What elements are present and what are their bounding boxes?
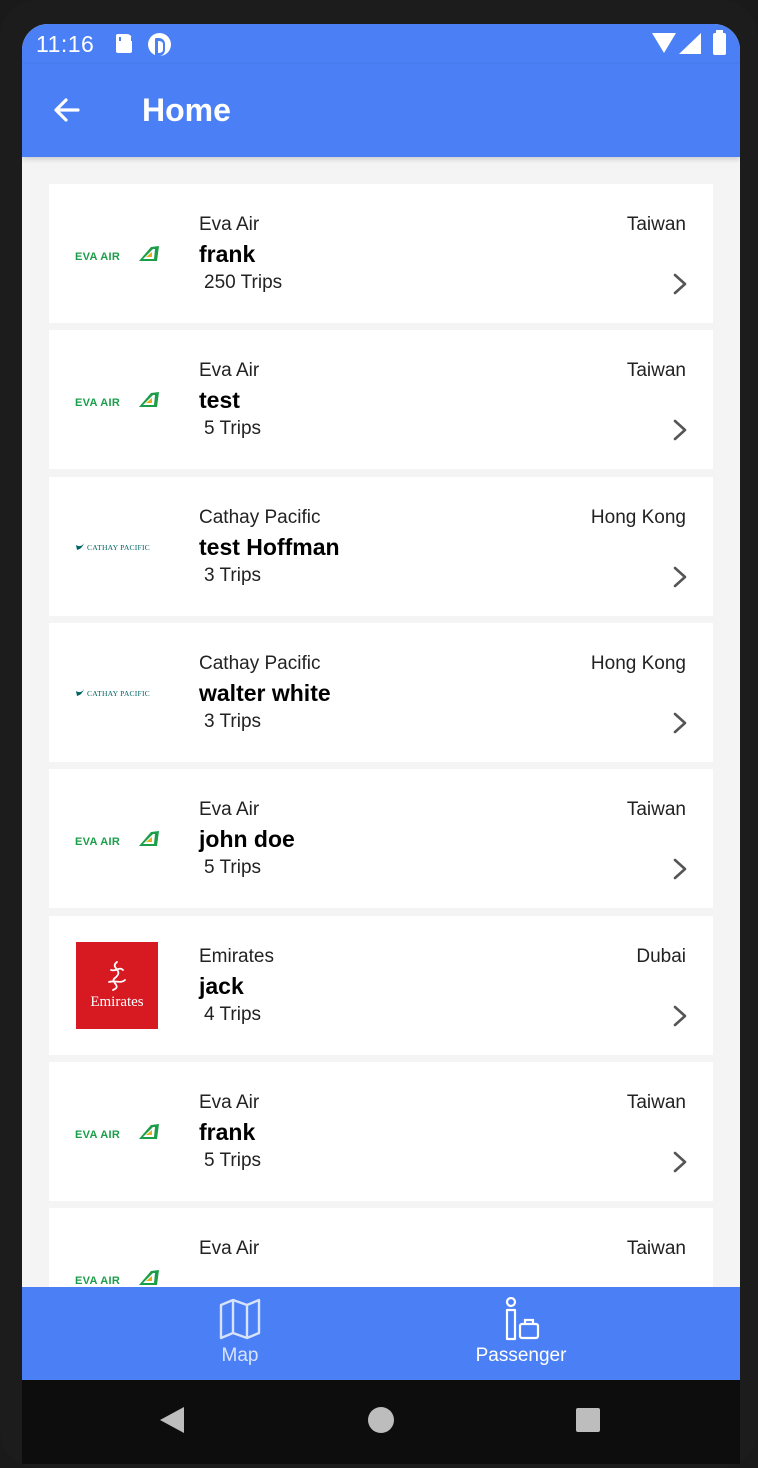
country-label: Taiwan (626, 214, 686, 235)
airline-name: Eva Air (199, 1091, 260, 1113)
cathay-pacific-logo: CATHAY PACIFIC (76, 542, 150, 552)
passenger-card[interactable]: Emirates Emirates jack 4 Trips Dubai (49, 915, 713, 1055)
airline-logo: EVA AIR (75, 1240, 159, 1287)
chevron-right-icon (673, 1005, 687, 1026)
airline-name: Eva Air (199, 214, 260, 235)
app-screen: 11:16 Home EVA AIR Eva Air frank 250 Trips T… (22, 24, 740, 1380)
passenger-luggage-icon (505, 1297, 540, 1341)
passenger-card[interactable]: EVA AIR Eva Air frank 5 Trips Taiwan (49, 1061, 713, 1201)
sd-card-icon (116, 34, 133, 53)
passenger-name: frank (199, 1118, 256, 1145)
nav-label-map: Map (221, 1345, 259, 1366)
svg-text:CATHAY PACIFIC: CATHAY PACIFIC (87, 543, 150, 552)
trip-count: 4 Trips (204, 1003, 262, 1025)
country-label: Taiwan (626, 1238, 686, 1260)
svg-text:EVA AIR: EVA AIR (75, 836, 120, 848)
country-label: Hong Kong (590, 652, 686, 674)
trip-count: 5 Trips (204, 418, 262, 440)
chevron-right-icon (673, 273, 687, 295)
nav-item-passenger[interactable]: Passenger (431, 1297, 611, 1372)
trip-count: 3 Trips (204, 710, 262, 732)
svg-text:EVA AIR: EVA AIR (75, 397, 120, 409)
passenger-card[interactable]: EVA AIR Eva Air Taiwan (49, 1208, 713, 1287)
chevron-right-icon (673, 712, 687, 734)
country-label: Dubai (636, 945, 686, 967)
trip-count: 250 Trips (204, 272, 283, 293)
chevron-right-icon (673, 858, 687, 880)
airline-name: Eva Air (199, 799, 260, 821)
airline-logo: CATHAY PACIFIC (75, 509, 159, 585)
airline-logo: EVA AIR (75, 362, 159, 438)
passenger-name: frank (199, 241, 256, 267)
eva-air-logo: EVA AIR (75, 1123, 159, 1141)
airline-name: Eva Air (199, 360, 260, 382)
airline-logo: Emirates (75, 942, 159, 1029)
app-notification-icon (148, 33, 171, 56)
eva-air-logo: EVA AIR (75, 1270, 159, 1287)
svg-text:EVA AIR: EVA AIR (75, 251, 120, 263)
emirates-logo: Emirates (76, 942, 158, 1029)
wifi-icon (652, 33, 676, 53)
nav-label-passenger: Passenger (475, 1345, 567, 1366)
country-label: Taiwan (626, 799, 686, 821)
passenger-name: test (199, 387, 240, 414)
chevron-right-icon (673, 566, 687, 587)
device-frame: 11:16 Home EVA AIR Eva Air frank 250 Trips T… (0, 0, 758, 1468)
airline-logo: CATHAY PACIFIC (75, 655, 159, 731)
trip-count: 3 Trips (204, 564, 262, 586)
svg-text:CATHAY PACIFIC: CATHAY PACIFIC (87, 689, 150, 698)
passenger-card[interactable]: EVA AIR Eva Air john doe 5 Trips Taiwan (49, 769, 713, 909)
arrow-left-icon (54, 98, 80, 122)
cathay-pacific-logo: CATHAY PACIFIC (76, 688, 150, 698)
passenger-card[interactable]: EVA AIR Eva Air test 5 Trips Taiwan (49, 330, 713, 470)
passenger-name: test Hoffman (199, 533, 340, 560)
country-label: Hong Kong (590, 506, 686, 528)
trip-count: 5 Trips (204, 857, 262, 879)
airline-name: Emirates (199, 945, 274, 967)
bottom-navigation: Map Passenger (22, 1287, 740, 1380)
passenger-name: john doe (199, 826, 295, 853)
passenger-card[interactable]: EVA AIR Eva Air frank 250 Trips Taiwan (49, 184, 713, 323)
map-icon (219, 1298, 261, 1340)
airline-logo: EVA AIR (75, 1094, 159, 1170)
airline-name: Eva Air (199, 1238, 260, 1260)
status-bar: 11:16 (22, 24, 740, 64)
nav-item-map[interactable]: Map (150, 1297, 330, 1372)
signal-icon (679, 33, 701, 54)
airline-logo: EVA AIR (75, 801, 159, 877)
trip-count: 5 Trips (204, 1149, 262, 1171)
passenger-card[interactable]: CATHAY PACIFIC Cathay Pacific walter white… (49, 622, 713, 762)
airline-logo: EVA AIR (75, 216, 159, 292)
svg-text:EVA AIR: EVA AIR (75, 1275, 120, 1287)
system-back-icon[interactable] (160, 1407, 184, 1433)
system-home-icon[interactable] (368, 1407, 394, 1433)
eva-air-logo: EVA AIR (75, 246, 159, 263)
passenger-card[interactable]: CATHAY PACIFIC Cathay Pacific test Hoffman… (49, 476, 713, 616)
airline-name: Cathay Pacific (199, 652, 321, 674)
chevron-right-icon (673, 1151, 687, 1173)
back-button[interactable] (48, 90, 88, 130)
country-label: Taiwan (626, 360, 686, 382)
eva-air-logo: EVA AIR (75, 831, 159, 848)
passenger-name: jack (199, 972, 244, 999)
chevron-right-icon (673, 419, 687, 441)
passenger-list[interactable]: EVA AIR Eva Air frank 250 Trips Taiwan EVA AI… (22, 157, 740, 1287)
airline-name: Cathay Pacific (199, 506, 321, 528)
battery-icon (713, 30, 726, 55)
app-bar: Home (22, 64, 740, 157)
page-title: Home (142, 92, 231, 128)
system-navigation-bar (22, 1380, 740, 1464)
svg-text:EVA AIR: EVA AIR (75, 1129, 120, 1141)
eva-air-logo: EVA AIR (75, 392, 159, 409)
status-time: 11:16 (36, 31, 95, 57)
system-recents-icon[interactable] (576, 1408, 600, 1432)
passenger-name: walter white (199, 679, 331, 706)
country-label: Taiwan (626, 1091, 686, 1113)
